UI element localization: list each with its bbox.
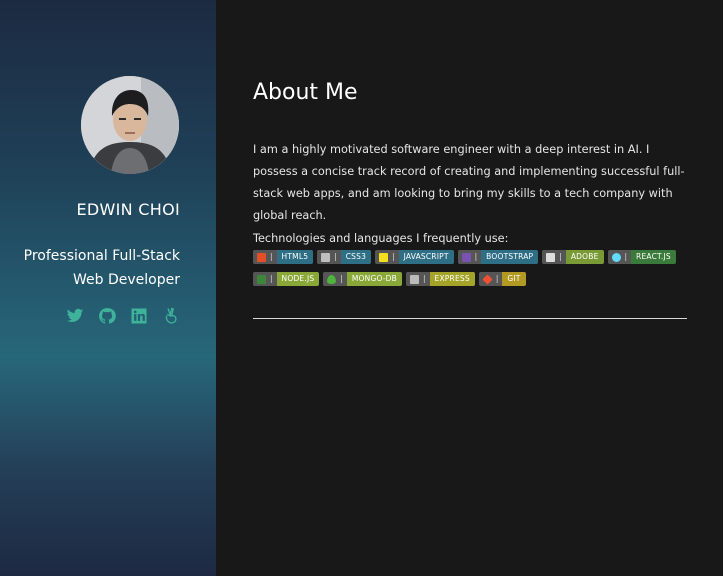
badge-bootstrap: | BOOTSTRAP: [457, 250, 539, 264]
about-text: I am a highly motivated software enginee…: [253, 143, 685, 222]
nodejs-icon: [257, 274, 266, 284]
badge-label: JAVASCRIPT: [398, 250, 454, 264]
react-icon: [611, 252, 621, 262]
twitter-icon[interactable]: [66, 307, 84, 325]
badge-label: GIT: [502, 272, 526, 286]
badge-adobe: | ADOBE: [542, 250, 604, 264]
bootstrap-icon: [461, 252, 471, 262]
badge-label: MONGO-DB: [346, 272, 402, 286]
linkedin-icon[interactable]: [130, 307, 148, 325]
profile-name: EDWIN CHOI: [76, 200, 180, 219]
badge-label: BOOTSTRAP: [481, 250, 539, 264]
badge-mongodb: | MONGO-DB: [323, 272, 402, 286]
badge-label: NODE.JS: [276, 272, 320, 286]
badge-label: ADOBE: [565, 250, 604, 264]
tech-badges: | HTML5 | CSS3 | JAVASCRIPT | BOOTSTRAP | ADO…: [253, 250, 693, 286]
badge-css3: | CSS3: [317, 250, 372, 264]
express-icon: [410, 274, 419, 284]
badge-git: | GIT: [478, 272, 526, 286]
badge-label: HTML5: [276, 250, 314, 264]
profile-tagline: Professional Full-Stack Web Developer: [23, 248, 180, 288]
badge-label: CSS3: [340, 250, 372, 264]
divider: [253, 318, 687, 319]
tech-label: Technologies and languages I frequently …: [253, 232, 509, 245]
about-title: About Me: [253, 80, 358, 105]
badge-javascript: | JAVASCRIPT: [375, 250, 454, 264]
html5-icon: [257, 252, 266, 262]
sidebar: EDWIN CHOI Professional Full-Stack Web D…: [0, 0, 216, 576]
social-links: [66, 307, 180, 325]
javascript-icon: [379, 252, 389, 262]
adobe-icon: [546, 252, 556, 262]
badge-express: | EXPRESS: [406, 272, 475, 286]
avatar: [81, 76, 179, 174]
badge-html5: | HTML5: [253, 250, 314, 264]
mongodb-icon: [327, 274, 337, 284]
badge-label: REACT.JS: [631, 250, 676, 264]
angellist-icon[interactable]: [162, 307, 180, 325]
badge-nodejs: | NODE.JS: [253, 272, 320, 286]
github-icon[interactable]: [98, 307, 116, 325]
git-icon: [482, 273, 493, 285]
badge-react: | REACT.JS: [607, 250, 676, 264]
css3-icon: [321, 252, 331, 262]
badge-label: EXPRESS: [429, 272, 475, 286]
